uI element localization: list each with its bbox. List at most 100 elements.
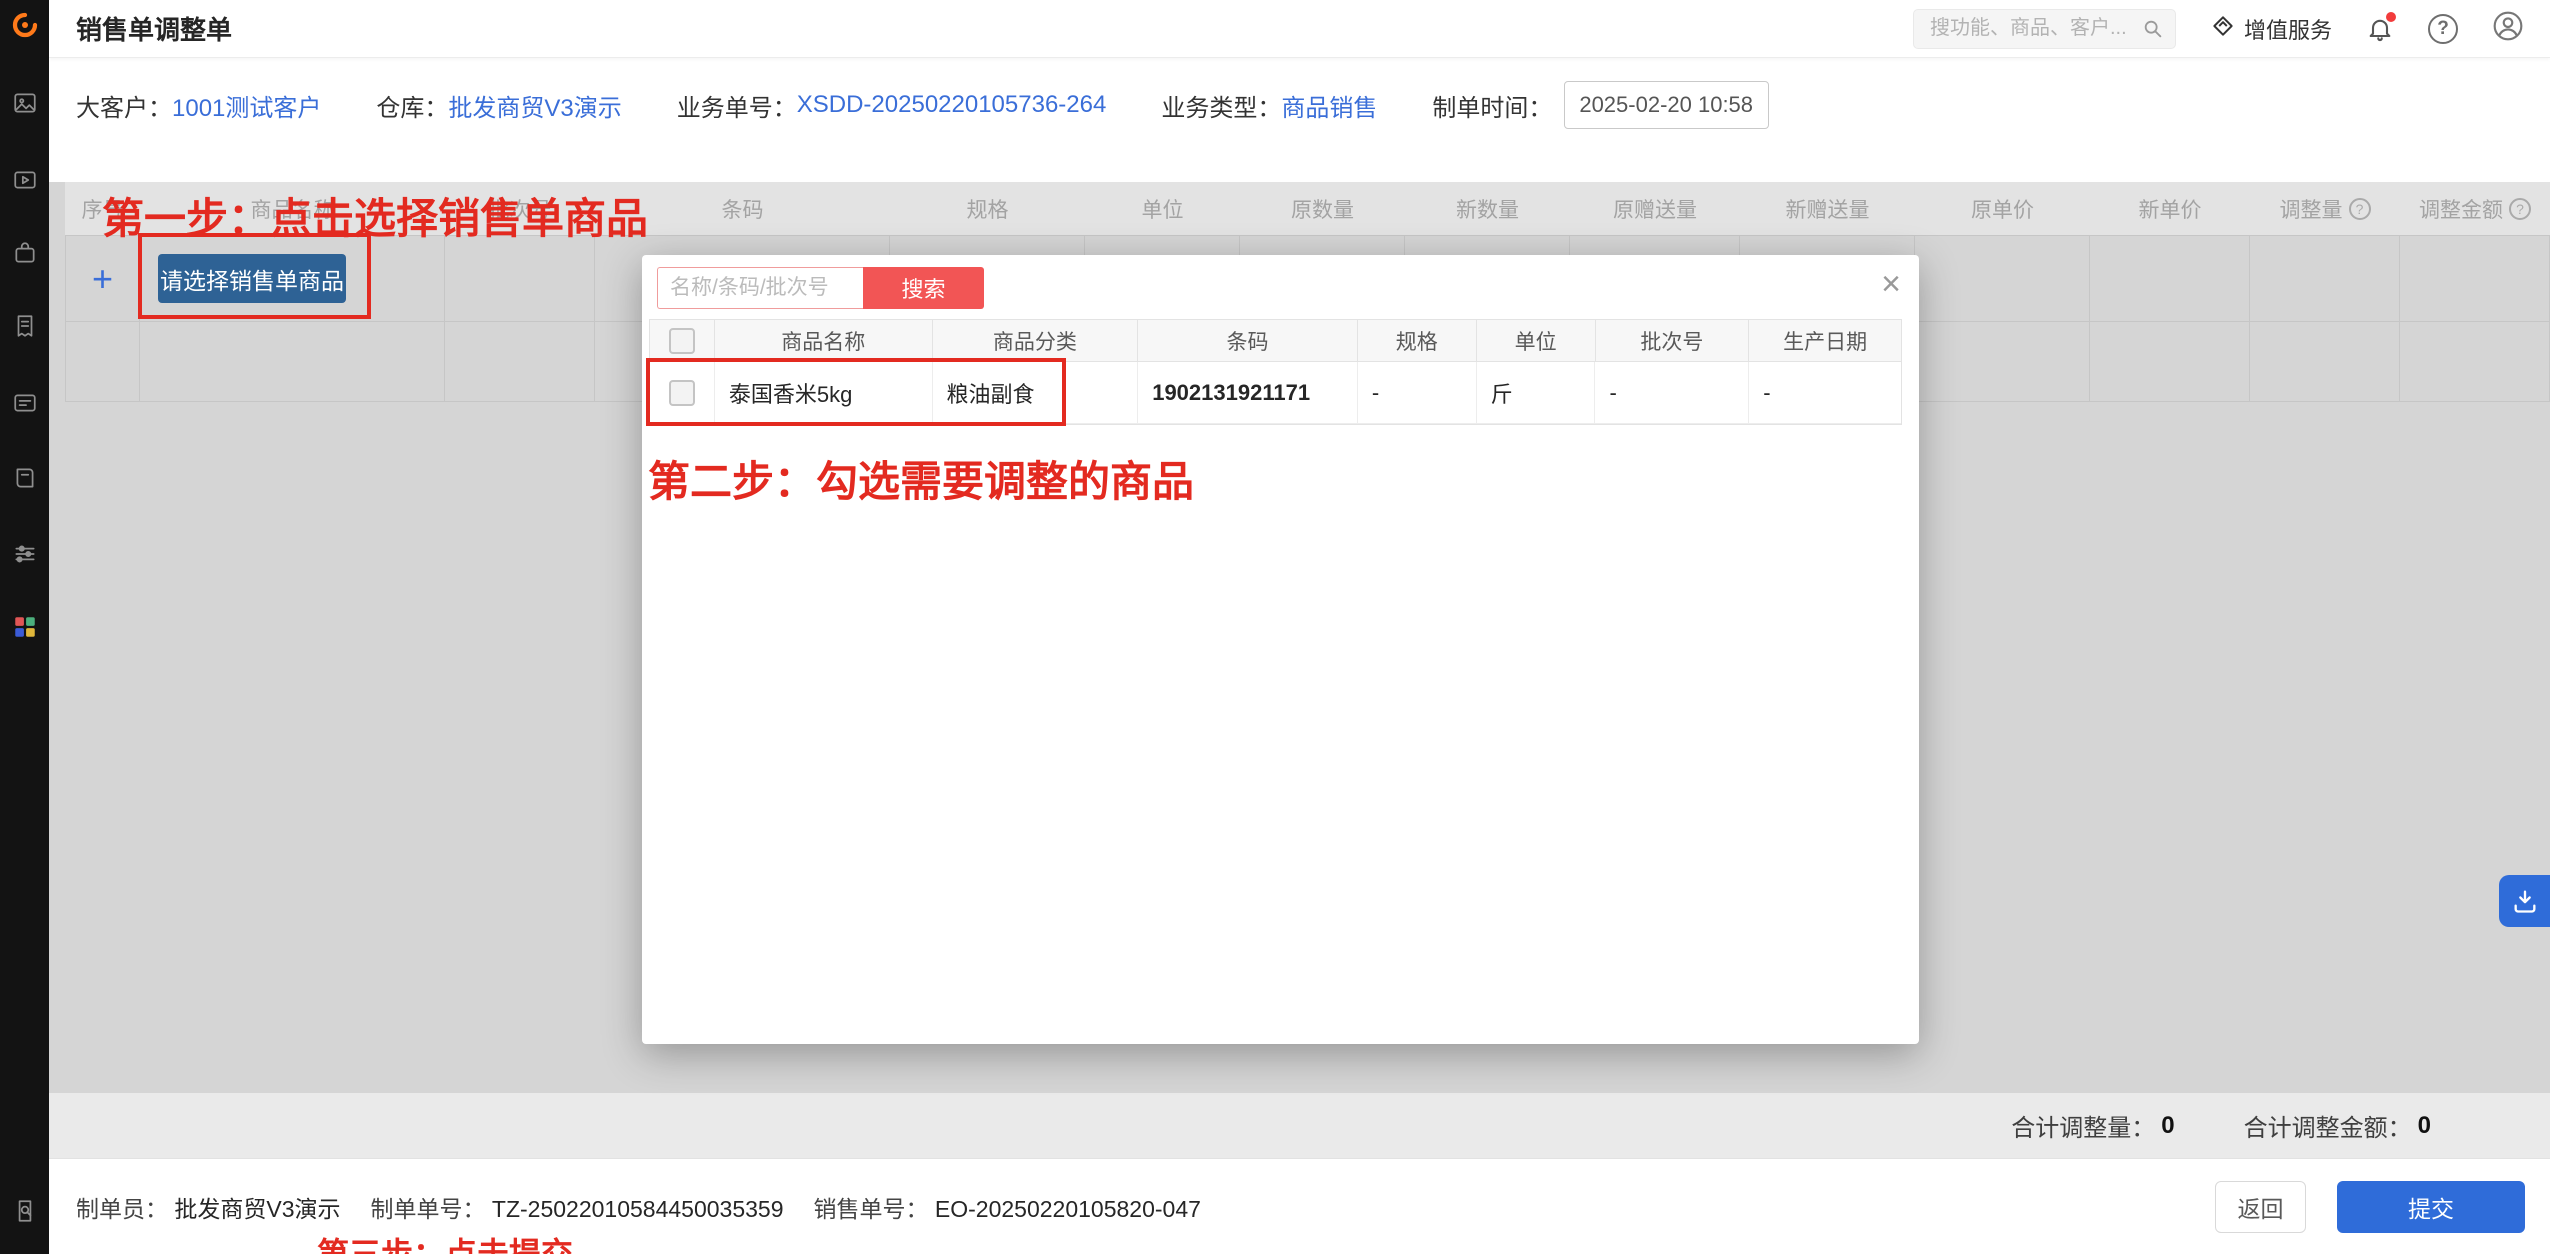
cell-prod-date: - bbox=[1749, 362, 1901, 423]
mcol-spec: 规格 bbox=[1358, 320, 1477, 361]
gallery-icon[interactable] bbox=[11, 89, 38, 116]
mcol-barcode: 条码 bbox=[1138, 320, 1358, 361]
total-qty-label: 合计调整量： bbox=[2011, 1108, 2155, 1143]
ledger-icon[interactable] bbox=[11, 464, 38, 491]
tag-icon bbox=[2210, 13, 2236, 45]
select-all-checkbox[interactable] bbox=[669, 328, 695, 354]
mcol-unit: 单位 bbox=[1477, 320, 1596, 361]
business-no-field: 业务单号： XSDD-20250220105736-264 bbox=[677, 88, 1107, 123]
cell-spec: - bbox=[1358, 362, 1477, 423]
app-logo[interactable] bbox=[0, 0, 49, 49]
close-icon[interactable]: × bbox=[1881, 267, 1901, 301]
media-icon[interactable] bbox=[11, 166, 38, 193]
col-orig-gift-qty: 原赠送量 bbox=[1570, 182, 1740, 235]
topbar: 销售单调整单 增值服务 ? bbox=[49, 0, 2550, 58]
col-adjust-amount: 调整金额? bbox=[2400, 182, 2550, 235]
business-no-link[interactable]: XSDD-20250220105736-264 bbox=[797, 91, 1107, 119]
add-row-button[interactable]: + bbox=[92, 261, 113, 297]
col-unit: 单位 bbox=[1085, 182, 1240, 235]
annotation-box-step2 bbox=[646, 358, 1066, 426]
total-amount-value: 0 bbox=[2418, 1112, 2431, 1140]
customer-link[interactable]: 1001测试客户 bbox=[172, 88, 321, 123]
table-cell-empty bbox=[2090, 236, 2250, 321]
table-cell-empty bbox=[2250, 322, 2400, 401]
doc-search-icon[interactable] bbox=[11, 1197, 38, 1224]
sales-order-no-field: 销售单号： EO-20250220105820-047 bbox=[814, 1190, 1201, 1224]
cell-batch: - bbox=[1595, 362, 1749, 423]
total-amount-label: 合计调整金额： bbox=[2244, 1108, 2412, 1143]
create-time-input[interactable] bbox=[1564, 81, 1769, 129]
apps-grid-icon[interactable] bbox=[11, 613, 38, 640]
maker-value: 批发商贸V3演示 bbox=[174, 1196, 340, 1222]
table-cell-empty bbox=[1915, 322, 2090, 401]
topbar-actions: 增值服务 ? bbox=[1913, 9, 2524, 49]
total-adjust-amount: 合计调整金额： 0 bbox=[2244, 1108, 2431, 1143]
mcol-prod-date: 生产日期 bbox=[1749, 320, 1901, 361]
notification-dot bbox=[2386, 12, 2396, 22]
help-circle-icon[interactable]: ? bbox=[2509, 198, 2531, 220]
table-cell-empty bbox=[140, 322, 445, 401]
mcol-category: 商品分类 bbox=[933, 320, 1139, 361]
modal-search-button[interactable]: 搜索 bbox=[863, 267, 984, 309]
value-added-services[interactable]: 增值服务 bbox=[2210, 13, 2332, 45]
col-new-qty: 新数量 bbox=[1405, 182, 1570, 235]
table-cell-empty bbox=[2090, 322, 2250, 401]
col-adjust-qty: 调整量? bbox=[2250, 182, 2400, 235]
totals-bar: 合计调整量： 0 合计调整金额： 0 bbox=[49, 1093, 2550, 1158]
adjust-order-no-value: TZ-25022010584450035359 bbox=[492, 1196, 784, 1222]
card-list-icon[interactable] bbox=[11, 389, 38, 416]
adjust-order-no-label: 制单单号： bbox=[371, 1196, 486, 1222]
adjust-order-no-field: 制单单号： TZ-25022010584450035359 bbox=[371, 1190, 784, 1224]
total-adjust-qty: 合计调整量： 0 bbox=[2011, 1108, 2174, 1143]
annotation-step1: 第一步：点击选择销售单商品 bbox=[102, 185, 648, 246]
search-icon[interactable] bbox=[2142, 18, 2164, 45]
product-picker-modal: × 搜索 商品名称 商品分类 条码 规格 单位 批次号 生产日期 泰国香米5kg… bbox=[642, 255, 1919, 1044]
col-new-price: 新单价 bbox=[2090, 182, 2250, 235]
global-search bbox=[1913, 9, 2176, 49]
warehouse-link[interactable]: 批发商贸V3演示 bbox=[448, 88, 621, 123]
mcol-product-name: 商品名称 bbox=[715, 320, 933, 361]
total-qty-value: 0 bbox=[2161, 1112, 2174, 1140]
col-orig-price: 原单价 bbox=[1915, 182, 2090, 235]
receipt-icon[interactable] bbox=[11, 312, 38, 339]
account-avatar-icon[interactable] bbox=[2492, 10, 2524, 47]
business-type-label: 业务类型： bbox=[1161, 88, 1281, 123]
export-download-button[interactable] bbox=[2499, 875, 2550, 927]
cell-barcode: 1902131921171 bbox=[1138, 362, 1358, 423]
sales-adjustment-page: 销售单调整单 增值服务 ? 大客户： 1001测试客户 仓库： 批 bbox=[0, 0, 2550, 1254]
cell-unit: 斤 bbox=[1477, 362, 1596, 423]
sales-order-no-label: 销售单号： bbox=[814, 1196, 929, 1222]
table-cell-empty bbox=[65, 322, 140, 401]
help-circle-icon[interactable]: ? bbox=[2349, 198, 2371, 220]
maker-field: 制单员： 批发商贸V3演示 bbox=[76, 1190, 341, 1224]
modal-search-input[interactable] bbox=[657, 267, 863, 309]
order-info-bar: 大客户： 1001测试客户 仓库： 批发商贸V3演示 业务单号： XSDD-20… bbox=[49, 59, 2550, 151]
submit-button[interactable]: 提交 bbox=[2337, 1181, 2525, 1233]
notifications-bell[interactable] bbox=[2366, 15, 2394, 43]
sliders-icon[interactable] bbox=[11, 540, 38, 567]
table-cell-empty bbox=[2250, 236, 2400, 321]
annotation-step2: 第二步：勾选需要调整的商品 bbox=[648, 448, 1194, 509]
customer-label: 大客户： bbox=[76, 88, 172, 123]
business-no-label: 业务单号： bbox=[677, 88, 797, 123]
col-orig-qty: 原数量 bbox=[1240, 182, 1405, 235]
business-type-link[interactable]: 商品销售 bbox=[1281, 88, 1377, 123]
modal-table-header: 商品名称 商品分类 条码 规格 单位 批次号 生产日期 bbox=[650, 320, 1901, 362]
modal-search: 搜索 bbox=[657, 267, 984, 309]
customer-field: 大客户： 1001测试客户 bbox=[76, 88, 321, 123]
table-cell-empty bbox=[2400, 322, 2550, 401]
business-type-field: 业务类型： 商品销售 bbox=[1161, 88, 1377, 123]
col-spec: 规格 bbox=[890, 182, 1085, 235]
back-button[interactable]: 返回 bbox=[2215, 1181, 2306, 1233]
create-time-field: 制单时间： bbox=[1432, 81, 1769, 129]
global-search-input[interactable] bbox=[1913, 9, 2176, 49]
table-cell-empty bbox=[445, 322, 595, 401]
help-icon[interactable]: ? bbox=[2428, 14, 2458, 44]
briefcase-icon[interactable] bbox=[11, 239, 38, 266]
warehouse-label: 仓库： bbox=[376, 88, 448, 123]
table-cell-empty bbox=[1915, 236, 2090, 321]
sales-order-no-value: EO-20250220105820-047 bbox=[935, 1196, 1201, 1222]
table-cell-empty bbox=[2400, 236, 2550, 321]
maker-label: 制单员： bbox=[76, 1196, 168, 1222]
create-time-label: 制单时间： bbox=[1432, 88, 1552, 123]
